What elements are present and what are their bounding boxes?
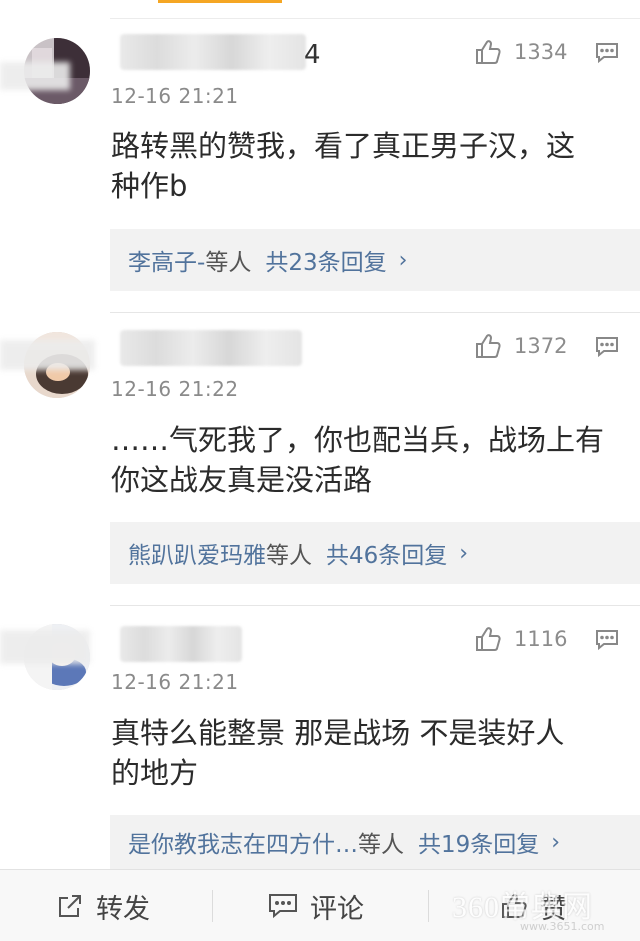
comment-text-line: 路转黑的赞我，看了真正男子汉，这 bbox=[111, 129, 576, 163]
replies-summary[interactable]: 熊趴趴爱玛雅 等人 共46条回复 › bbox=[110, 522, 640, 584]
comment-text-line: 真特么能整景 那是战场 不是装好人 bbox=[111, 716, 565, 750]
chevron-right-icon: › bbox=[398, 247, 408, 273]
comment-text-line: 的地方 bbox=[111, 756, 199, 790]
like-count: 1116 bbox=[514, 627, 568, 651]
comment-text: 路转黑的赞我，看了真正男子汉，这 种作b bbox=[111, 126, 626, 206]
watermark-url: www.3651.com bbox=[520, 920, 605, 933]
reply-total[interactable]: 共23条回复 bbox=[265, 243, 386, 277]
blurred-username[interactable] bbox=[120, 34, 306, 70]
comment-label: 评论 bbox=[310, 893, 364, 925]
blurred-region bbox=[0, 340, 95, 370]
comment-text-line: 种作b bbox=[111, 169, 188, 203]
blurred-username[interactable] bbox=[120, 330, 302, 366]
replies-summary[interactable]: 是你教我志在四方什… 等人 共19条回复 › bbox=[110, 815, 640, 869]
like-button[interactable]: 1372 bbox=[474, 332, 567, 360]
comment-time: 12-16 21:22 bbox=[111, 377, 239, 401]
reply-suffix: 等人 bbox=[205, 250, 252, 276]
chevron-right-icon: › bbox=[551, 829, 561, 855]
active-tab-indicator bbox=[158, 0, 282, 3]
reply-usernames[interactable]: 李高子- bbox=[128, 243, 205, 277]
blurred-region bbox=[0, 630, 90, 664]
divider bbox=[110, 18, 640, 19]
top-strip bbox=[0, 0, 640, 20]
comment-text: 真特么能整景 那是战场 不是装好人 的地方 bbox=[111, 713, 626, 793]
comment-text: ……气死我了，你也配当兵，战场上有 你这战友真是没活路 bbox=[111, 420, 626, 500]
divider bbox=[110, 312, 640, 313]
repost-button[interactable]: 转发 bbox=[56, 870, 150, 941]
bar-separator bbox=[428, 890, 429, 922]
reply-total[interactable]: 共46条回复 bbox=[326, 536, 447, 570]
blurred-username[interactable] bbox=[120, 626, 242, 662]
username-fragment: 4 bbox=[304, 40, 321, 70]
reply-usernames[interactable]: 是你教我志在四方什… bbox=[128, 825, 358, 859]
reply-suffix: 等人 bbox=[358, 832, 404, 858]
replies-summary[interactable]: 李高子- 等人 共23条回复 › bbox=[110, 229, 640, 291]
like-count: 1334 bbox=[514, 40, 568, 64]
like-button[interactable]: 1334 bbox=[474, 38, 567, 66]
comment-time: 12-16 21:21 bbox=[111, 670, 239, 694]
blurred-region bbox=[0, 62, 70, 90]
reply-button[interactable] bbox=[595, 42, 619, 68]
reply-bubble-icon bbox=[596, 630, 618, 651]
comment-icon bbox=[269, 894, 297, 919]
comment-text-line: 你这战友真是没活路 bbox=[111, 463, 373, 497]
bar-separator bbox=[212, 890, 213, 922]
reply-bubble-icon bbox=[596, 337, 618, 358]
comment-time: 12-16 21:21 bbox=[111, 84, 239, 108]
thumbs-up-icon bbox=[476, 627, 501, 651]
like-count: 1372 bbox=[514, 334, 568, 358]
reply-total[interactable]: 共19条回复 bbox=[418, 825, 539, 859]
reply-button[interactable] bbox=[595, 629, 619, 655]
thumbs-up-icon bbox=[476, 40, 501, 64]
chevron-right-icon: › bbox=[459, 540, 469, 566]
thumbs-up-icon bbox=[476, 334, 501, 358]
reply-button[interactable] bbox=[595, 336, 619, 362]
reply-usernames[interactable]: 熊趴趴爱玛雅 bbox=[128, 536, 266, 570]
reply-bubble-icon bbox=[596, 43, 618, 64]
reply-suffix: 等人 bbox=[266, 543, 312, 569]
repost-label: 转发 bbox=[96, 893, 150, 925]
divider bbox=[110, 605, 640, 606]
share-icon bbox=[59, 895, 81, 917]
comment-text-line: ……气死我了，你也配当兵，战场上有 bbox=[111, 423, 605, 457]
comment-button[interactable]: 评论 bbox=[268, 870, 364, 941]
like-button[interactable]: 1116 bbox=[474, 625, 567, 653]
